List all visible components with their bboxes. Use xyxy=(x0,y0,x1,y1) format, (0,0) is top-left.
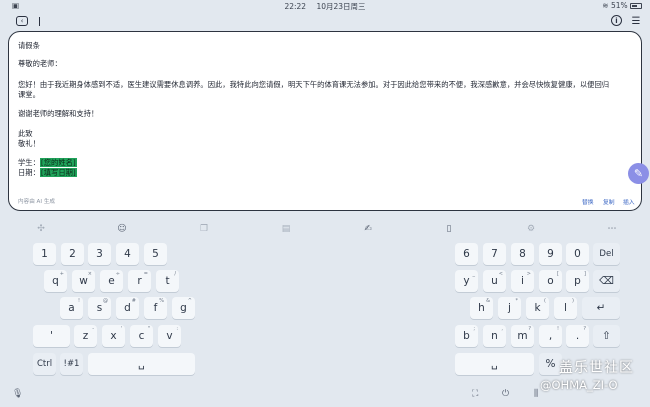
sparkle-icon[interactable]: ✣ xyxy=(35,223,47,235)
enter-icon[interactable]: ↵ xyxy=(582,297,620,319)
date-label: 日期： xyxy=(18,168,40,177)
status-date: 10月23日周三 xyxy=(316,2,366,11)
key-v[interactable]: v: xyxy=(158,325,181,347)
doc-thanks: 谢谢老师的理解和支持！ xyxy=(18,109,99,118)
key-q[interactable]: q + xyxy=(44,270,67,292)
key-j[interactable]: j * xyxy=(498,297,521,319)
space-bar-right[interactable]: ␣ xyxy=(455,353,534,375)
emoji-icon[interactable]: ☺ xyxy=(116,223,128,235)
ai-generated-note: 内容由 AI 生成 xyxy=(18,199,56,205)
keyboard-mode-icon[interactable]: ▤ xyxy=(280,223,292,235)
key-period[interactable]: .? xyxy=(566,325,589,347)
settings-gear-icon[interactable]: ⚙ xyxy=(525,223,537,235)
key-4[interactable]: 4 xyxy=(116,243,139,265)
key-e[interactable]: e ÷ xyxy=(100,270,123,292)
key-x[interactable]: x ' xyxy=(102,325,125,347)
status-bar: ▣ 22:22 10月23日周三 ≋ 51% xyxy=(0,0,650,13)
doc-closing1: 此致 xyxy=(18,129,33,138)
key-o[interactable]: o[ xyxy=(539,270,562,292)
key-k[interactable]: k( xyxy=(526,297,549,319)
key-c[interactable]: c " xyxy=(130,325,153,347)
top-toolbar: ‹ i ☰ xyxy=(0,13,650,30)
key-s[interactable]: s @ xyxy=(88,297,111,319)
key-u[interactable]: u < xyxy=(483,270,506,292)
ctrl-key[interactable]: Ctrl xyxy=(33,353,56,375)
key-9[interactable]: 9 xyxy=(539,243,562,265)
key-6[interactable]: 6 xyxy=(455,243,478,265)
wifi-icon: ≋ xyxy=(602,1,609,10)
power-toggle-icon[interactable]: ⏻ xyxy=(502,389,509,399)
more-icon[interactable]: ⋯ xyxy=(606,223,618,235)
key-t[interactable]: t / xyxy=(156,270,179,292)
doc-date-line: 日期：[填写日期] xyxy=(18,168,77,178)
student-label: 学生： xyxy=(18,158,40,167)
key-n[interactable]: n, xyxy=(483,325,506,347)
key-f[interactable]: f% xyxy=(144,297,167,319)
backspace-icon[interactable]: ⌫ xyxy=(593,270,620,292)
clipboard-icon[interactable]: ▯ xyxy=(443,223,455,235)
ai-assist-icon[interactable]: ✎ xyxy=(628,163,649,184)
key-g[interactable]: g ^ xyxy=(172,297,195,319)
copy-button[interactable]: 复制 xyxy=(603,197,615,206)
del-key[interactable]: Del xyxy=(593,243,620,265)
shift-icon[interactable]: ⇧ xyxy=(593,325,620,347)
doc-closing2: 敬礼！ xyxy=(18,139,40,148)
doc-body-line2: 课堂。 xyxy=(18,90,40,99)
key-d[interactable]: d # xyxy=(116,297,139,319)
key-5[interactable]: 5 xyxy=(144,243,167,265)
key-i[interactable]: i > xyxy=(511,270,534,292)
key-comma[interactable]: ,! xyxy=(539,325,562,347)
sticker-icon[interactable]: ❐ xyxy=(198,223,210,235)
key-h[interactable]: h & xyxy=(470,297,493,319)
battery-percent: 51% xyxy=(610,1,628,10)
date-placeholder[interactable]: [填写日期] xyxy=(39,168,77,177)
handwriting-icon[interactable]: ✍ xyxy=(362,223,374,235)
key-0[interactable]: 0 xyxy=(566,243,589,265)
watermark-community: 盖乐世社区 xyxy=(559,360,634,376)
recent-apps-icon[interactable]: ⫼ xyxy=(534,389,538,399)
key-z[interactable]: z- xyxy=(74,325,97,347)
battery-icon xyxy=(630,3,642,9)
key-a[interactable]: a! xyxy=(60,297,83,319)
watermark-handle: @OHMA_ZI-O xyxy=(540,378,618,392)
info-icon[interactable]: i xyxy=(611,15,622,26)
symbols-key[interactable]: !#1 xyxy=(60,353,83,375)
doc-title: 请假条 xyxy=(18,41,40,50)
key-w[interactable]: w × xyxy=(72,270,95,292)
ai-result-card: 请假条 尊敬的老师： 您好！由于我近期身体感到不适，医生建议需要休息调养。因此，… xyxy=(8,31,642,211)
key-8[interactable]: 8 xyxy=(511,243,534,265)
replace-button[interactable]: 替换 xyxy=(582,197,594,206)
student-placeholder[interactable]: [您的姓名] xyxy=(39,158,77,167)
key-1[interactable]: 1 xyxy=(33,243,56,265)
list-settings-icon[interactable]: ☰ xyxy=(629,15,643,27)
toolbar-divider xyxy=(39,17,40,26)
doc-greeting: 尊敬的老师： xyxy=(18,59,62,68)
split-keyboard-icon[interactable]: ⛶ xyxy=(472,389,478,399)
key-l[interactable]: l) xyxy=(554,297,577,319)
key-2[interactable]: 2 xyxy=(61,243,84,265)
key-r[interactable]: r = xyxy=(128,270,151,292)
key-3[interactable]: 3 xyxy=(88,243,111,265)
key-y[interactable]: y _ xyxy=(455,270,478,292)
status-time: 22:22 xyxy=(284,2,307,11)
microphone-icon[interactable]: 🎙 xyxy=(12,389,23,399)
key-p[interactable]: p] xyxy=(566,270,589,292)
key-apostrophe[interactable]: ' xyxy=(33,325,70,347)
insert-button[interactable]: 插入 xyxy=(623,197,635,206)
key-7[interactable]: 7 xyxy=(483,243,506,265)
back-icon[interactable]: ‹ xyxy=(16,16,28,26)
key-m[interactable]: m? xyxy=(511,325,534,347)
space-bar-left[interactable]: ␣ xyxy=(88,353,195,375)
doc-body-line1: 您好！由于我近期身体感到不适，医生建议需要休息调养。因此，我特此向您请假，明天下… xyxy=(18,80,610,89)
doc-student-line: 学生：[您的姓名] xyxy=(18,158,77,168)
key-b[interactable]: b; xyxy=(455,325,478,347)
